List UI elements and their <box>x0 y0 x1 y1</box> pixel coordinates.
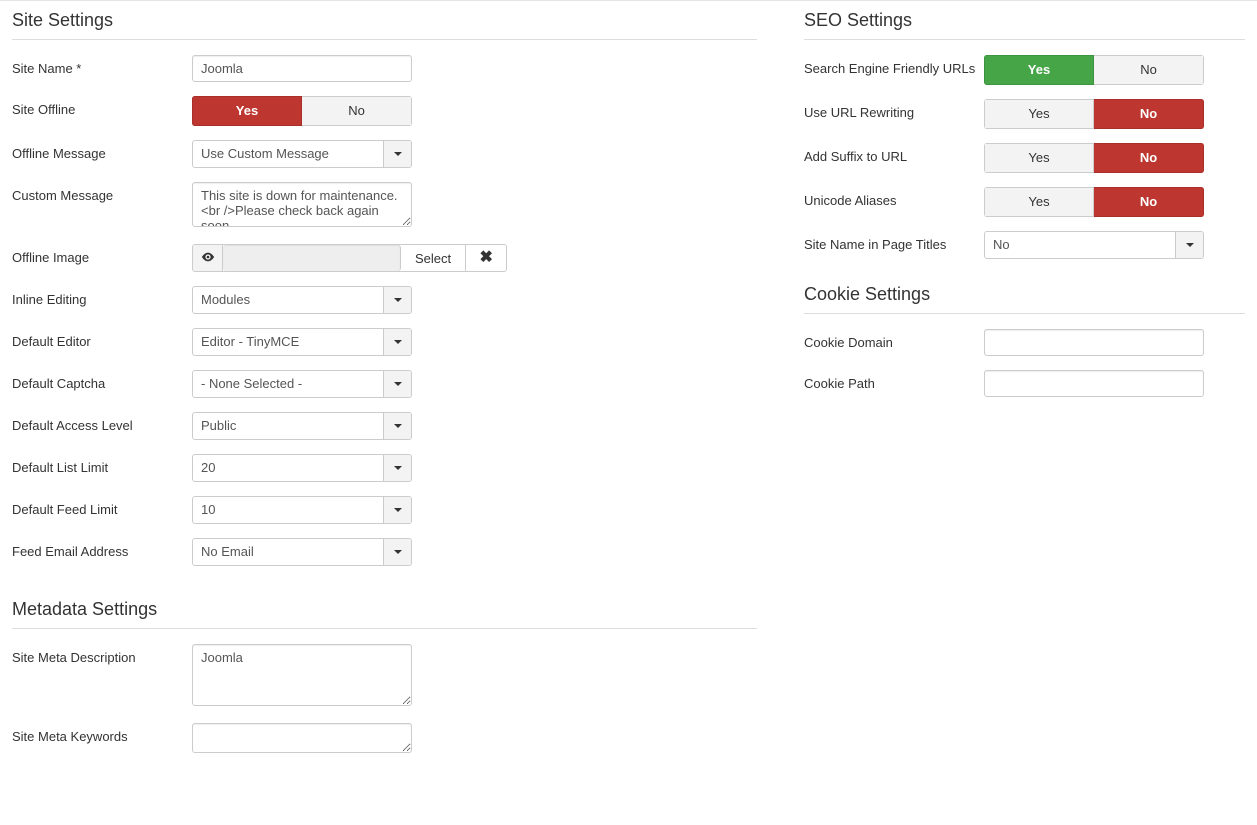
seo-settings-heading: SEO Settings <box>804 5 1245 40</box>
feed-email-select[interactable]: No Email <box>192 538 412 566</box>
default-captcha-value: - None Selected - <box>193 371 383 397</box>
toggle-yes[interactable]: Yes <box>192 96 302 126</box>
label-default-feed-limit: Default Feed Limit <box>12 496 192 517</box>
label-feed-email: Feed Email Address <box>12 538 192 559</box>
label-cookie-path: Cookie Path <box>804 370 984 391</box>
unicode-toggle[interactable]: Yes No <box>984 187 1204 217</box>
toggle-yes[interactable]: Yes <box>984 55 1094 85</box>
site-name-input[interactable] <box>192 55 412 82</box>
label-default-access: Default Access Level <box>12 412 192 433</box>
metadata-settings-heading: Metadata Settings <box>12 594 757 629</box>
label-site-name: Site Name * <box>12 55 192 76</box>
default-access-select[interactable]: Public <box>192 412 412 440</box>
default-feed-limit-value: 10 <box>193 497 383 523</box>
toggle-no[interactable]: No <box>1094 187 1204 217</box>
toggle-no[interactable]: No <box>1094 55 1204 85</box>
label-meta-desc: Site Meta Description <box>12 644 192 665</box>
offline-image-field: Select ✖ <box>192 244 507 272</box>
chevron-down-icon <box>383 371 411 397</box>
meta-keywords-textarea[interactable] <box>192 723 412 753</box>
toggle-yes[interactable]: Yes <box>984 143 1094 173</box>
label-url-suffix: Add Suffix to URL <box>804 143 984 164</box>
meta-desc-textarea[interactable]: Joomla <box>192 644 412 706</box>
toggle-no[interactable]: No <box>302 96 412 126</box>
custom-message-textarea[interactable]: This site is down for maintenance.<br />… <box>192 182 412 227</box>
chevron-down-icon <box>383 141 411 167</box>
default-access-value: Public <box>193 413 383 439</box>
cookie-settings-heading: Cookie Settings <box>804 279 1245 314</box>
offline-image-clear-button[interactable]: ✖ <box>466 245 506 271</box>
eye-icon <box>201 250 215 267</box>
toggle-yes[interactable]: Yes <box>984 99 1094 129</box>
sitename-titles-value: No <box>985 232 1175 258</box>
label-default-captcha: Default Captcha <box>12 370 192 391</box>
default-captcha-select[interactable]: - None Selected - <box>192 370 412 398</box>
cookie-path-input[interactable] <box>984 370 1204 397</box>
label-default-list-limit: Default List Limit <box>12 454 192 475</box>
default-list-limit-select[interactable]: 20 <box>192 454 412 482</box>
url-suffix-toggle[interactable]: Yes No <box>984 143 1204 173</box>
site-settings-heading: Site Settings <box>12 5 757 40</box>
label-sitename-titles: Site Name in Page Titles <box>804 231 984 252</box>
label-unicode: Unicode Aliases <box>804 187 984 208</box>
sef-toggle[interactable]: Yes No <box>984 55 1204 85</box>
label-cookie-domain: Cookie Domain <box>804 329 984 350</box>
offline-image-input <box>223 245 401 271</box>
chevron-down-icon <box>383 539 411 565</box>
feed-email-value: No Email <box>193 539 383 565</box>
chevron-down-icon <box>383 413 411 439</box>
chevron-down-icon <box>383 497 411 523</box>
chevron-down-icon <box>1175 232 1203 258</box>
label-offline-message: Offline Message <box>12 140 192 161</box>
default-editor-value: Editor - TinyMCE <box>193 329 383 355</box>
preview-button[interactable] <box>193 245 223 271</box>
toggle-no[interactable]: No <box>1094 99 1204 129</box>
toggle-yes[interactable]: Yes <box>984 187 1094 217</box>
label-meta-keywords: Site Meta Keywords <box>12 723 192 744</box>
label-offline-image: Offline Image <box>12 244 192 265</box>
default-feed-limit-select[interactable]: 10 <box>192 496 412 524</box>
label-default-editor: Default Editor <box>12 328 192 349</box>
inline-editing-select[interactable]: Modules <box>192 286 412 314</box>
inline-editing-value: Modules <box>193 287 383 313</box>
label-sef: Search Engine Friendly URLs <box>804 55 984 76</box>
label-url-rewrite: Use URL Rewriting <box>804 99 984 120</box>
sitename-titles-select[interactable]: No <box>984 231 1204 259</box>
default-editor-select[interactable]: Editor - TinyMCE <box>192 328 412 356</box>
toggle-no[interactable]: No <box>1094 143 1204 173</box>
chevron-down-icon <box>383 329 411 355</box>
label-site-offline: Site Offline <box>12 96 192 117</box>
offline-image-select-button[interactable]: Select <box>401 245 466 271</box>
url-rewrite-toggle[interactable]: Yes No <box>984 99 1204 129</box>
close-icon: ✖ <box>479 250 492 266</box>
site-offline-toggle[interactable]: Yes No <box>192 96 412 126</box>
offline-message-value: Use Custom Message <box>193 141 383 167</box>
default-list-limit-value: 20 <box>193 455 383 481</box>
chevron-down-icon <box>383 287 411 313</box>
label-custom-message: Custom Message <box>12 182 192 203</box>
chevron-down-icon <box>383 455 411 481</box>
label-inline-editing: Inline Editing <box>12 286 192 307</box>
cookie-domain-input[interactable] <box>984 329 1204 356</box>
offline-message-select[interactable]: Use Custom Message <box>192 140 412 168</box>
